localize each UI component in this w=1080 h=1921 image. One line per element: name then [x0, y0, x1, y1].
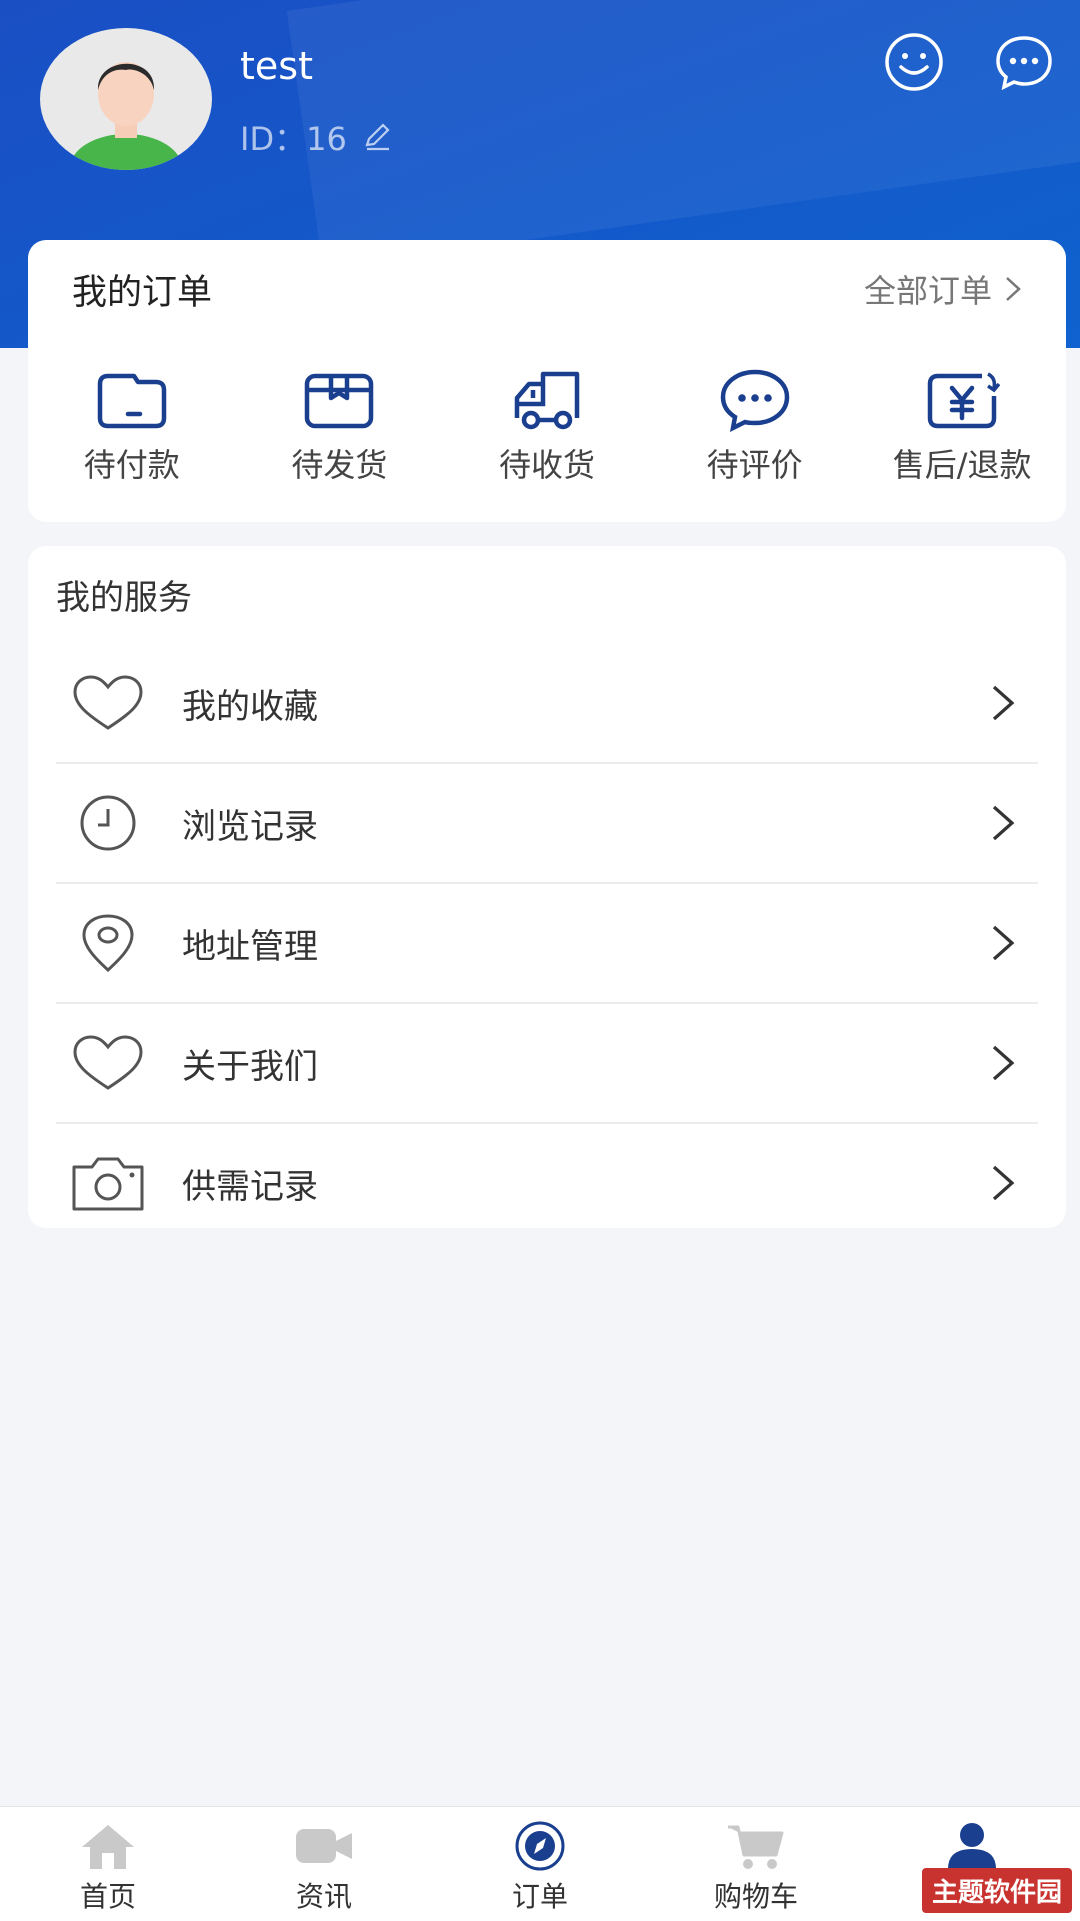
service-label: 我的收藏: [182, 686, 318, 727]
tab-label: 资讯: [295, 1880, 352, 1913]
chevron-right-icon: [992, 1165, 1015, 1201]
order-label: 待发货: [291, 446, 388, 484]
my-services-card: 我的服务 我的收藏 浏览记录 地址管理 关于我们 供需记录: [28, 546, 1066, 1228]
tab-label: 购物车: [713, 1880, 798, 1913]
refund-icon: [927, 372, 1001, 429]
chevron-right-icon: [992, 925, 1015, 961]
heart-icon: [73, 675, 143, 730]
order-pending-receipt[interactable]: 待收货: [443, 368, 651, 486]
order-label: 待收货: [498, 446, 595, 484]
order-pending-shipment[interactable]: 待发货: [236, 368, 444, 486]
tab-news[interactable]: 资讯: [216, 1807, 432, 1921]
smiley-icon[interactable]: [882, 32, 946, 92]
orders-title: 我的订单: [72, 273, 213, 313]
user-id-text: ID：16: [240, 120, 347, 158]
message-icon[interactable]: [992, 32, 1056, 92]
my-orders-card: 我的订单 全部订单 待付款 待发货 待收货 待评价 售后/退款: [28, 240, 1066, 522]
watermark: 主题软件园: [921, 1868, 1072, 1913]
clock-icon: [80, 795, 136, 851]
all-orders-link[interactable]: 全部订单: [864, 266, 1022, 312]
chevron-right-icon: [992, 685, 1015, 721]
order-refund[interactable]: 售后/退款: [858, 368, 1066, 486]
truck-icon: [514, 371, 580, 430]
services-title: 我的服务: [56, 578, 192, 618]
compass-icon: [515, 1821, 565, 1871]
order-label: 售后/退款: [892, 446, 1032, 484]
tab-cart[interactable]: 购物车: [648, 1807, 864, 1921]
tab-label: 首页: [79, 1880, 136, 1913]
location-pin-icon: [82, 914, 134, 973]
video-icon: [296, 1829, 352, 1863]
chevron-right-icon: [992, 1045, 1015, 1081]
order-label: 待付款: [83, 446, 180, 484]
order-label: 待评价: [706, 446, 803, 484]
camera-icon: [72, 1157, 144, 1211]
order-pending-review[interactable]: 待评价: [651, 368, 859, 486]
wallet-icon: [97, 373, 167, 429]
cart-icon: [728, 1825, 784, 1869]
bottom-tab-bar: 首页 资讯 订单 购物车 我的 主题软件园: [0, 1806, 1080, 1921]
chevron-right-icon: [1006, 277, 1021, 301]
chat-bubble-icon: [720, 369, 789, 432]
tab-home[interactable]: 首页: [0, 1807, 216, 1921]
box-icon: [305, 373, 374, 429]
service-supply-demand[interactable]: 供需记录: [56, 1124, 1038, 1242]
service-about-us[interactable]: 关于我们: [56, 1004, 1038, 1124]
service-history[interactable]: 浏览记录: [56, 764, 1038, 884]
service-label: 地址管理: [182, 926, 318, 967]
service-favorites[interactable]: 我的收藏: [56, 644, 1038, 764]
service-address[interactable]: 地址管理: [56, 884, 1038, 1004]
order-pending-payment[interactable]: 待付款: [28, 368, 236, 486]
edit-icon[interactable]: [361, 121, 393, 153]
chevron-right-icon: [992, 805, 1015, 841]
user-id: ID：16: [240, 114, 393, 160]
service-label: 浏览记录: [182, 806, 318, 847]
heart-icon: [73, 1035, 143, 1090]
all-orders-label: 全部订单: [863, 272, 992, 310]
service-label: 供需记录: [182, 1166, 318, 1207]
avatar[interactable]: [40, 28, 212, 170]
service-label: 关于我们: [182, 1046, 318, 1087]
home-icon: [82, 1825, 134, 1869]
username: test: [240, 44, 313, 88]
user-icon: [948, 1823, 996, 1869]
tab-label: 订单: [511, 1880, 568, 1913]
tab-orders[interactable]: 订单: [432, 1807, 648, 1921]
